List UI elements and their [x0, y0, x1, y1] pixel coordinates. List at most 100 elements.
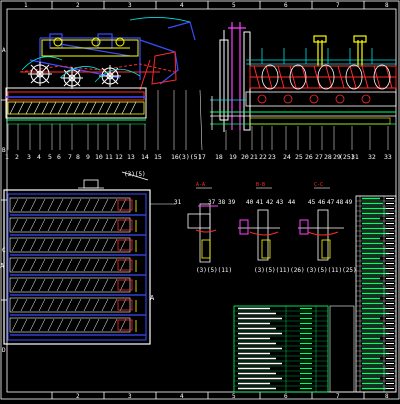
plan-row-hatch — [56, 198, 64, 212]
callout-label: 45 — [308, 199, 316, 206]
plan-row-hatch — [110, 298, 118, 312]
cad-drawing-viewport[interactable]: 1 2 3 4 5 6 7 8 2 3 4 5 6 7 8 A B C D 1 … — [0, 0, 400, 400]
callout-label: 15 — [154, 153, 162, 161]
plan-row-hatch — [56, 258, 64, 272]
plan-row-hatch — [20, 278, 28, 292]
callout-label: (25) — [339, 153, 355, 161]
plan-row-hatch — [119, 198, 127, 212]
ruler-left-label: D — [2, 347, 6, 354]
plan-row — [9, 297, 131, 313]
plan-row-hatch — [29, 218, 37, 232]
callout-label: 10 — [95, 153, 103, 161]
plan-row-hatch — [47, 318, 55, 332]
plan-row-hatch — [119, 258, 127, 272]
plan-row — [9, 277, 131, 293]
plan-section-mark: A — [150, 294, 155, 302]
plan-row-hatch — [65, 198, 73, 212]
plan-row-hatch — [29, 318, 37, 332]
detail-section-a[interactable]: A-A 37 38 39 (3)(5)(11) — [187, 182, 236, 274]
detail-section-b[interactable]: B-B 40 41 42 43 44 (3)(5)(11)(26) — [238, 182, 305, 274]
callout-label: 24 — [283, 153, 291, 161]
plan-row — [9, 197, 131, 213]
detail-reference-label: (3)(5)(11) — [196, 267, 232, 274]
plan-row-hatch — [101, 318, 109, 332]
plan-row-hatch — [110, 318, 118, 332]
callout-label: 38 — [218, 199, 226, 206]
bom-rows — [234, 305, 328, 392]
plan-row-hatch — [56, 278, 64, 292]
callout-label: 19 — [229, 153, 237, 161]
detail-b-callouts: 40 41 42 43 44 (3)(5)(11)(26) — [246, 199, 305, 274]
plan-row-hatch — [119, 278, 127, 292]
callout-label: 9 — [86, 153, 90, 161]
callout-label: 1 — [5, 153, 9, 161]
cad-drawing-canvas[interactable]: 1 2 3 4 5 6 7 8 2 3 4 5 6 7 8 A B C D 1 … — [0, 0, 400, 400]
plan-row-hatch — [65, 258, 73, 272]
plan-row-hatch — [101, 198, 109, 212]
side-yellow-posts — [313, 35, 367, 66]
plan-row-hatch — [65, 278, 73, 292]
callout-label: 44 — [288, 199, 296, 206]
plan-row-hatch — [92, 258, 100, 272]
plan-row — [9, 257, 131, 273]
plan-row-hatch — [110, 278, 118, 292]
plan-row-hatch — [65, 218, 73, 232]
plan-row-hatch — [74, 238, 82, 252]
callout-label: 25 — [295, 153, 303, 161]
plan-row-hatch — [56, 318, 64, 332]
side-elevation-view[interactable]: 19 20 21 22 23 24 25 26 27 28 29 31 32 3… — [210, 22, 397, 161]
ruler-left-label: A — [2, 47, 6, 54]
plan-row-hatch — [38, 218, 46, 232]
front-elevation-view[interactable]: 1 2 3 4 5 6 7 8 9 10 11 12 13 14 15 16 1… — [5, 17, 223, 161]
plan-row — [9, 217, 131, 233]
plan-row-hatch — [119, 238, 127, 252]
ruler-bottom-label: 8 — [385, 393, 389, 400]
plan-row-hatch — [83, 258, 91, 272]
plan-row-hatch — [38, 198, 46, 212]
plan-row-hatch — [74, 278, 82, 292]
callout-label: 12 — [115, 153, 123, 161]
callout-label: 27 — [315, 153, 323, 161]
plan-view[interactable]: A A (3)(5) 31 — [0, 171, 182, 345]
detail-c-callouts: 45 46 47 48 49 (3)(5)(11)(25) — [306, 199, 357, 274]
plan-row-hatch — [20, 258, 28, 272]
plan-row-hatch — [83, 218, 91, 232]
detail-reference-label: (3)(5)(11)(25) — [306, 267, 357, 274]
plan-row-hatch — [11, 258, 19, 272]
plan-row-hatch — [38, 238, 46, 252]
callout-label: 21 — [250, 153, 258, 161]
plan-row-hatch — [65, 298, 73, 312]
plan-row-hatch — [38, 258, 46, 272]
plan-row-hatch — [74, 198, 82, 212]
plan-row-hatch — [83, 278, 91, 292]
detail-title: A-A — [196, 182, 205, 188]
plan-row-hatch — [47, 238, 55, 252]
plan-marks: A A (3)(5) 31 — [0, 171, 182, 302]
callout-label: 41 — [256, 199, 264, 206]
parts-list-rows — [356, 195, 396, 392]
plan-row-hatch — [101, 218, 109, 232]
callout-label: 4 — [37, 153, 41, 161]
callout-label: 42 — [266, 199, 274, 206]
callout-label: 37 — [208, 199, 216, 206]
ruler-top-label: 8 — [385, 2, 389, 9]
plan-row-hatch — [47, 218, 55, 232]
plan-row-hatch — [56, 238, 64, 252]
ruler-bottom-label: 3 — [128, 393, 132, 400]
side-callouts: 19 20 21 22 23 24 25 26 27 28 29 31 32 3… — [229, 153, 392, 161]
plan-row-hatch — [11, 298, 19, 312]
plan-row-hatch — [38, 298, 46, 312]
plan-row-hatch — [29, 258, 37, 272]
ruler-bottom-label: 4 — [180, 393, 184, 400]
plan-row-hatch — [29, 298, 37, 312]
plan-row-hatch — [47, 258, 55, 272]
bom-table[interactable] — [233, 305, 355, 393]
ruler-bottom-label: 7 — [336, 393, 340, 400]
plan-row-hatch — [11, 318, 19, 332]
plan-row-hatch — [38, 318, 46, 332]
plan-row-hatch — [92, 218, 100, 232]
front-base-beam — [5, 87, 147, 125]
parts-list-table[interactable] — [355, 195, 397, 393]
detail-section-c[interactable]: C-C 45 46 47 48 49 (3)(5)(11)(25) — [298, 182, 357, 274]
plan-row-hatch — [20, 238, 28, 252]
